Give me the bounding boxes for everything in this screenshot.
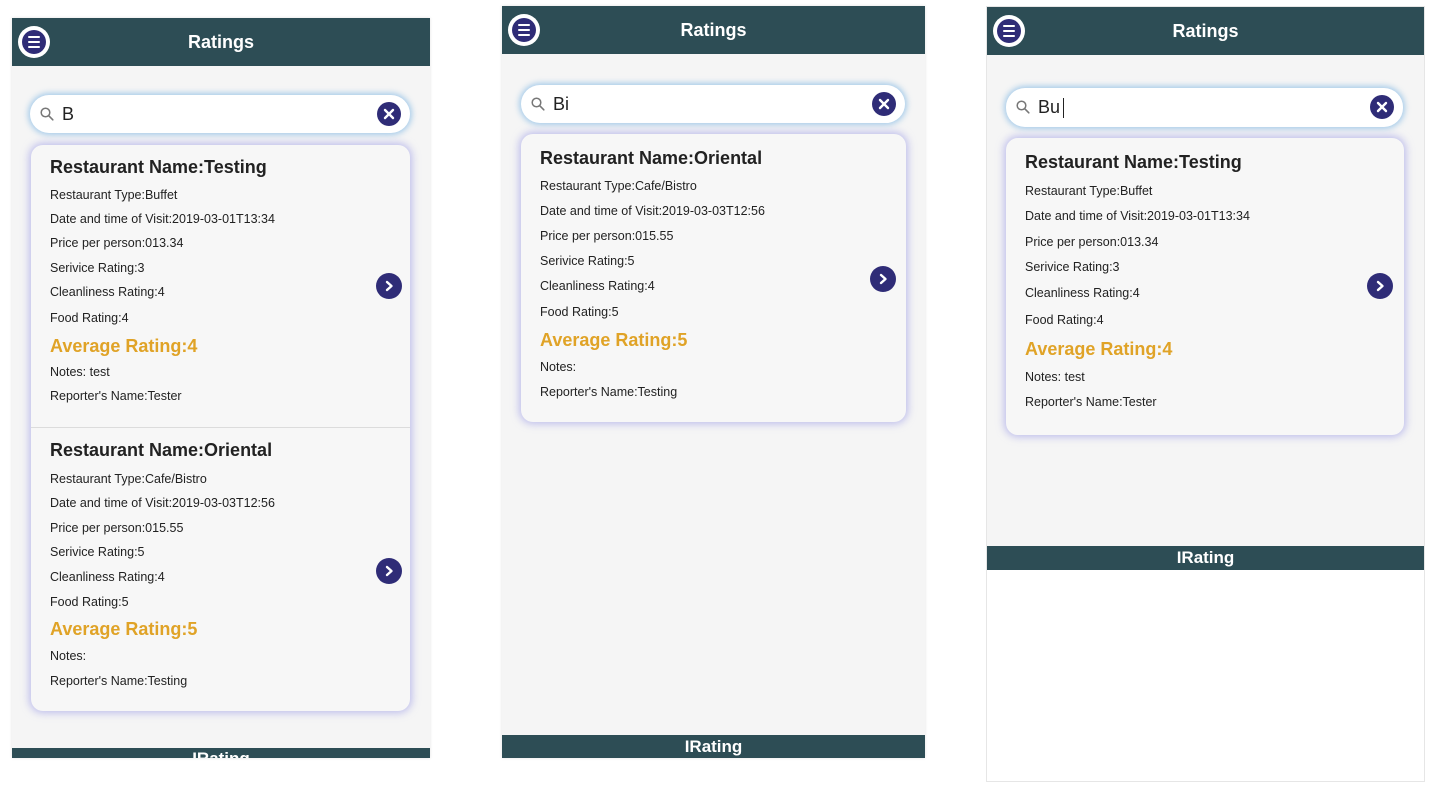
notes: Notes: test xyxy=(50,365,110,379)
list-item[interactable]: Restaurant Name:Testing Restaurant Type:… xyxy=(31,145,410,427)
price-per-person: Price per person:015.55 xyxy=(50,521,184,535)
average-rating: Average Rating:5 xyxy=(50,619,198,639)
cleanliness-rating: Cleanliness Rating:4 xyxy=(50,570,165,584)
price-per-person: Price per person:015.55 xyxy=(540,229,674,243)
clear-icon xyxy=(878,98,890,110)
cleanliness-rating: Cleanliness Rating:4 xyxy=(540,279,655,293)
list-item[interactable]: Restaurant Name:Oriental Restaurant Type… xyxy=(521,134,906,422)
service-rating: Serivice Rating:5 xyxy=(50,545,145,559)
restaurant-name: Restaurant Name:Oriental xyxy=(540,148,763,168)
food-rating: Food Rating:4 xyxy=(1025,313,1104,327)
list-item[interactable]: Restaurant Name:Testing Restaurant Type:… xyxy=(1006,138,1404,435)
visit-datetime: Date and time of Visit:2019-03-01T13:34 xyxy=(1025,209,1250,223)
results-list: Restaurant Name:Testing Restaurant Type:… xyxy=(31,145,410,711)
service-rating: Serivice Rating:3 xyxy=(50,261,145,275)
reporter-name: Reporter's Name:Testing xyxy=(540,385,678,399)
footer-bar: IRating xyxy=(502,735,925,758)
clear-search-button[interactable] xyxy=(872,92,896,116)
chevron-right-icon xyxy=(879,273,887,285)
page-title: Ratings xyxy=(680,20,747,40)
menu-icon xyxy=(22,30,46,54)
search-input[interactable]: Bu xyxy=(1006,88,1403,127)
page-title: Ratings xyxy=(1172,21,1239,41)
search-icon xyxy=(40,107,54,121)
notes: Notes: xyxy=(540,360,577,374)
header-bar: Ratings xyxy=(12,18,430,66)
visit-datetime: Date and time of Visit:2019-03-01T13:34 xyxy=(50,212,275,226)
clear-search-button[interactable] xyxy=(1370,95,1394,119)
open-detail-button[interactable] xyxy=(376,273,402,299)
search-input[interactable]: Bi xyxy=(521,85,905,123)
clear-search-button[interactable] xyxy=(377,102,401,126)
chevron-right-icon xyxy=(385,280,393,292)
restaurant-type: Restaurant Type:Buffet xyxy=(1025,184,1153,198)
search-icon xyxy=(1016,100,1030,114)
visit-datetime: Date and time of Visit:2019-03-03T12:56 xyxy=(50,496,275,510)
food-rating: Food Rating:5 xyxy=(50,595,129,609)
list-item[interactable]: Restaurant Name:Oriental Restaurant Type… xyxy=(31,428,410,711)
average-rating: Average Rating:4 xyxy=(1025,339,1173,359)
search-value: B xyxy=(62,104,75,124)
price-per-person: Price per person:013.34 xyxy=(1025,235,1159,249)
restaurant-type: Restaurant Type:Cafe/Bistro xyxy=(50,472,207,486)
restaurant-type: Restaurant Type:Cafe/Bistro xyxy=(540,179,697,193)
restaurant-type: Restaurant Type:Buffet xyxy=(50,188,178,202)
screen-1: Ratings B Restaurant Name:Testing Restau… xyxy=(12,18,430,758)
restaurant-name: Restaurant Name:Testing xyxy=(50,157,267,177)
footer-title: IRating xyxy=(1176,548,1235,567)
price-per-person: Price per person:013.34 xyxy=(50,236,184,250)
open-detail-button[interactable] xyxy=(870,266,896,292)
menu-button[interactable] xyxy=(993,15,1025,47)
search-value: Bi xyxy=(553,94,570,114)
page-title: Ratings xyxy=(187,32,254,52)
average-rating: Average Rating:4 xyxy=(50,336,198,356)
restaurant-name: Restaurant Name:Oriental xyxy=(50,440,273,460)
clear-icon xyxy=(383,108,395,120)
menu-icon xyxy=(512,18,536,42)
food-rating: Food Rating:4 xyxy=(50,311,129,325)
clear-icon xyxy=(1376,101,1388,113)
search-input[interactable]: B xyxy=(30,95,410,133)
average-rating: Average Rating:5 xyxy=(540,330,688,350)
open-detail-button[interactable] xyxy=(376,558,402,584)
menu-icon xyxy=(997,19,1021,43)
chevron-right-icon xyxy=(1376,280,1384,292)
reporter-name: Reporter's Name:Testing xyxy=(50,674,188,688)
cleanliness-rating: Cleanliness Rating:4 xyxy=(50,285,165,299)
reporter-name: Reporter's Name:Tester xyxy=(1025,395,1157,409)
visit-datetime: Date and time of Visit:2019-03-03T12:56 xyxy=(540,204,765,218)
results-list: Restaurant Name:Oriental Restaurant Type… xyxy=(521,134,906,422)
search-icon xyxy=(531,97,545,111)
header-bar: Ratings xyxy=(987,7,1424,55)
notes: Notes: test xyxy=(1025,370,1085,384)
chevron-right-icon xyxy=(385,565,393,577)
menu-button[interactable] xyxy=(508,14,540,46)
food-rating: Food Rating:5 xyxy=(540,305,619,319)
footer-title: IRating xyxy=(684,737,743,756)
service-rating: Serivice Rating:5 xyxy=(540,254,635,268)
open-detail-button[interactable] xyxy=(1367,273,1393,299)
screen-3: Ratings Bu Restaurant Name:Testing Resta… xyxy=(987,7,1424,781)
header-bar: Ratings xyxy=(502,6,925,54)
results-list: Restaurant Name:Testing Restaurant Type:… xyxy=(1006,138,1404,435)
footer-title: IRating xyxy=(192,749,250,758)
screen-2: Ratings Bi Restaurant Name:Oriental Rest… xyxy=(502,6,925,758)
cleanliness-rating: Cleanliness Rating:4 xyxy=(1025,286,1140,300)
search-value: Bu xyxy=(1038,97,1061,117)
footer-bar: IRating xyxy=(12,748,430,758)
restaurant-name: Restaurant Name:Testing xyxy=(1025,152,1242,172)
notes: Notes: xyxy=(50,649,87,663)
menu-button[interactable] xyxy=(18,26,50,58)
text-caret xyxy=(1063,98,1064,118)
reporter-name: Reporter's Name:Tester xyxy=(50,389,182,403)
footer-bar: IRating xyxy=(987,546,1424,570)
service-rating: Serivice Rating:3 xyxy=(1025,260,1120,274)
